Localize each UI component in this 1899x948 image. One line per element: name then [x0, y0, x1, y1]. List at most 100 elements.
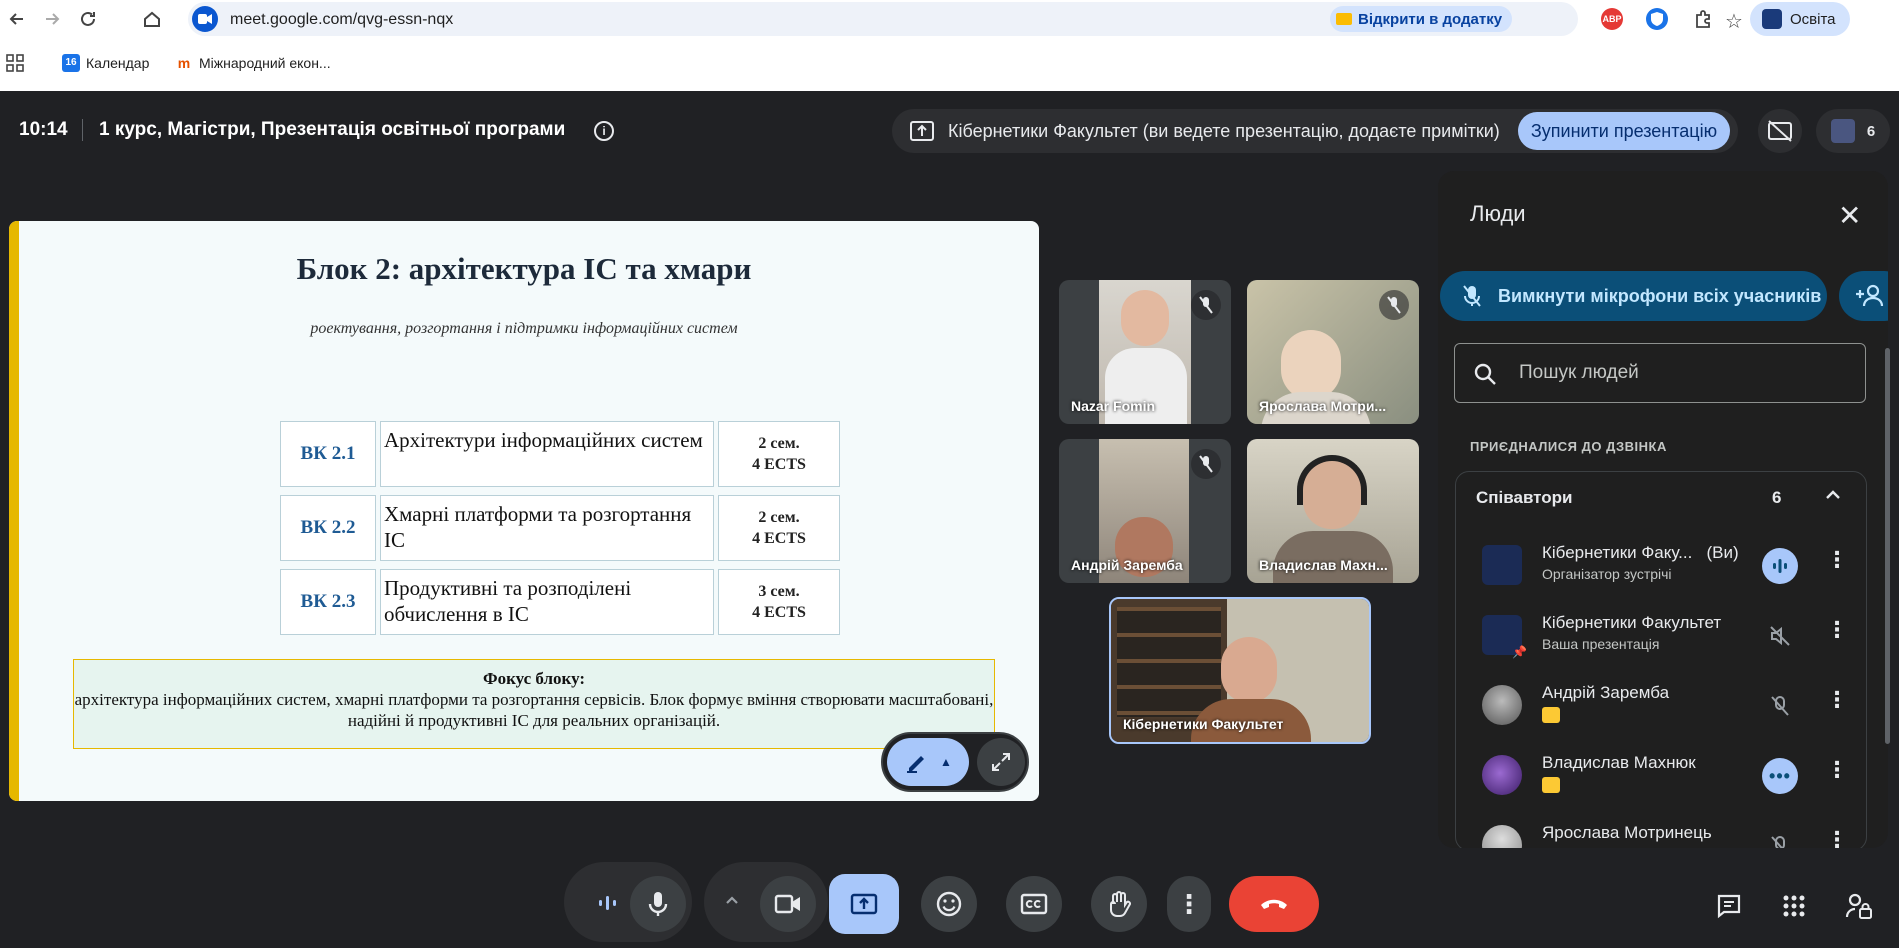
more-options-icon[interactable]: ⋮ — [1826, 757, 1848, 783]
mute-all-button[interactable]: Вимкнути мікрофони всіх учасників — [1440, 271, 1827, 321]
course-code: ВК 2.1 — [280, 421, 376, 487]
more-options-icon[interactable]: ⋮ — [1826, 827, 1848, 848]
person-row[interactable]: 📌 Кібернетики Факультет Ваша презентація… — [1456, 601, 1866, 671]
bookmarks-bar: 16 Календар m Міжнародний екон... — [0, 44, 1899, 82]
course-name: Хмарні платформи та розгортання ІС — [380, 495, 714, 561]
add-people-button[interactable] — [1839, 271, 1888, 321]
divider — [82, 119, 83, 141]
present-screen-button[interactable] — [829, 874, 899, 934]
apps-grid-icon[interactable] — [6, 54, 24, 72]
person-row[interactable]: Кібернетики Факу... (Ви) Організатор зус… — [1456, 531, 1866, 601]
bookmark-international[interactable]: m Міжнародний екон... — [175, 54, 331, 72]
more-options-icon[interactable]: ⋮ — [1826, 547, 1848, 573]
emoji-icon — [936, 891, 962, 917]
browser-chrome: meet.google.com/qvg-essn-nqx Відкрити в … — [0, 0, 1899, 91]
more-options-button[interactable]: ⋮ — [1167, 876, 1211, 932]
more-options-icon[interactable]: ⋮ — [1826, 687, 1848, 713]
camera-button[interactable] — [760, 876, 816, 932]
participant-tile[interactable]: Владислав Махн... — [1247, 439, 1419, 583]
reactions-button[interactable] — [921, 876, 977, 932]
group-header[interactable]: Співавтори 6 — [1456, 472, 1866, 528]
person-row[interactable]: Андрій Заремба ⋮ — [1456, 671, 1866, 741]
person-name: Кібернетики Факультет — [1542, 613, 1722, 632]
back-icon[interactable] — [4, 6, 30, 32]
presenting-text: Кібернетики Факультет (ви ведете презент… — [948, 121, 1500, 141]
forward-icon[interactable] — [39, 6, 65, 32]
person-role: Ваша презентація — [1542, 636, 1660, 652]
mic-off-icon — [1191, 290, 1221, 320]
participant-name: Андрій Заремба — [1071, 557, 1183, 573]
call-end-icon — [1261, 899, 1287, 909]
camera-options-chevron[interactable] — [724, 892, 740, 913]
captions-button[interactable] — [1006, 876, 1062, 932]
chat-button[interactable] — [1709, 886, 1749, 926]
address-bar[interactable]: meet.google.com/qvg-essn-nqx Відкрити в … — [188, 2, 1743, 36]
mic-off-icon — [1463, 285, 1481, 307]
participant-name: Кібернетики Факультет — [1123, 716, 1284, 732]
mic-off-icon — [1762, 828, 1798, 848]
leave-call-button[interactable] — [1229, 876, 1319, 932]
mic-off-icon — [1191, 449, 1221, 479]
group-label: Співавтори — [1476, 488, 1573, 507]
slide-control-pill: ▲ — [881, 732, 1029, 792]
chevron-up-icon[interactable] — [1824, 486, 1842, 509]
activities-button[interactable] — [1774, 886, 1814, 926]
participants-count: 6 — [1866, 122, 1876, 140]
shield-extension-icon[interactable] — [1646, 8, 1668, 30]
puzzle-extensions-icon[interactable] — [1692, 8, 1714, 30]
participant-avatars-icon — [1830, 119, 1855, 143]
close-icon[interactable]: ✕ — [1838, 199, 1861, 232]
search-people-field[interactable]: Пошук людей — [1454, 343, 1866, 403]
person-avatar — [1482, 755, 1522, 795]
profile-chip[interactable]: Освіта — [1750, 2, 1850, 36]
annotate-button[interactable]: ▲ — [887, 738, 969, 786]
bookmark-star-icon[interactable]: ☆ — [1725, 9, 1743, 34]
meet-site-icon[interactable] — [192, 6, 218, 32]
more-options-icon[interactable]: ⋮ — [1826, 617, 1848, 643]
participant-tile[interactable]: Ярослава Мотри... — [1247, 280, 1419, 424]
participant-name: Nazar Fomin — [1071, 398, 1156, 414]
course-code: ВК 2.3 — [280, 569, 376, 635]
participant-tile[interactable]: Nazar Fomin — [1059, 280, 1231, 424]
bookmark-calendar[interactable]: 16 Календар — [62, 54, 149, 72]
person-name: Владислав Махнюк — [1542, 753, 1696, 772]
browser-toolbar: meet.google.com/qvg-essn-nqx Відкрити в … — [0, 0, 1899, 38]
people-list-scrollbar[interactable] — [1885, 348, 1890, 744]
no-camera-background-icon[interactable] — [1758, 109, 1802, 153]
audio-control-group — [564, 862, 692, 942]
raise-hand-button[interactable] — [1091, 876, 1147, 932]
meeting-info-icon[interactable]: i — [594, 121, 614, 141]
reload-icon[interactable] — [75, 6, 101, 32]
focus-text: архітектура інформаційних систем, хмарні… — [74, 690, 994, 730]
person-row[interactable]: Владислав Махнюк ••• ⋮ — [1456, 741, 1866, 811]
fullscreen-button[interactable] — [977, 738, 1025, 786]
stop-presenting-button[interactable]: Зупинити презентацію — [1518, 112, 1730, 150]
url-text[interactable]: meet.google.com/qvg-essn-nqx — [230, 11, 453, 29]
meeting-title: 1 курс, Магістри, Презентація освітньої … — [99, 119, 566, 140]
microphone-button[interactable] — [630, 876, 686, 932]
open-in-app-button[interactable]: Відкрити в додатку — [1330, 6, 1513, 32]
bookmark-calendar-label: Календар — [86, 55, 150, 71]
chat-icon — [1717, 894, 1741, 919]
camera-control-group — [704, 862, 828, 942]
people-panel: Люди ✕ Вимкнути мікрофони всіх учасників… — [1438, 171, 1888, 848]
participant-tile[interactable]: Андрій Заремба — [1059, 439, 1231, 583]
course-ects: 4 ECTS — [752, 530, 806, 547]
participant-name: Ярослава Мотри... — [1259, 398, 1387, 414]
host-controls-button[interactable] — [1839, 886, 1879, 926]
home-icon[interactable] — [139, 6, 165, 32]
audio-level-icon — [598, 894, 618, 917]
open-app-icon — [1336, 13, 1352, 25]
volume-off-icon — [1762, 618, 1798, 654]
person-avatar — [1482, 825, 1522, 848]
participants-button[interactable]: 6 — [1816, 109, 1890, 153]
mic-off-icon — [1379, 290, 1409, 320]
search-icon — [1474, 363, 1496, 385]
person-row[interactable]: Ярослава Мотринець ⋮ — [1456, 811, 1866, 848]
adblock-extension-icon[interactable]: ABP — [1601, 8, 1623, 30]
active-speaker-tile[interactable]: Кібернетики Факультет — [1109, 597, 1371, 744]
chevron-up-icon — [726, 896, 738, 904]
bookshelf — [1117, 607, 1221, 717]
microphone-icon — [648, 892, 668, 916]
meet-top-bar: 10:14 1 курс, Магістри, Презентація осві… — [0, 91, 1899, 171]
